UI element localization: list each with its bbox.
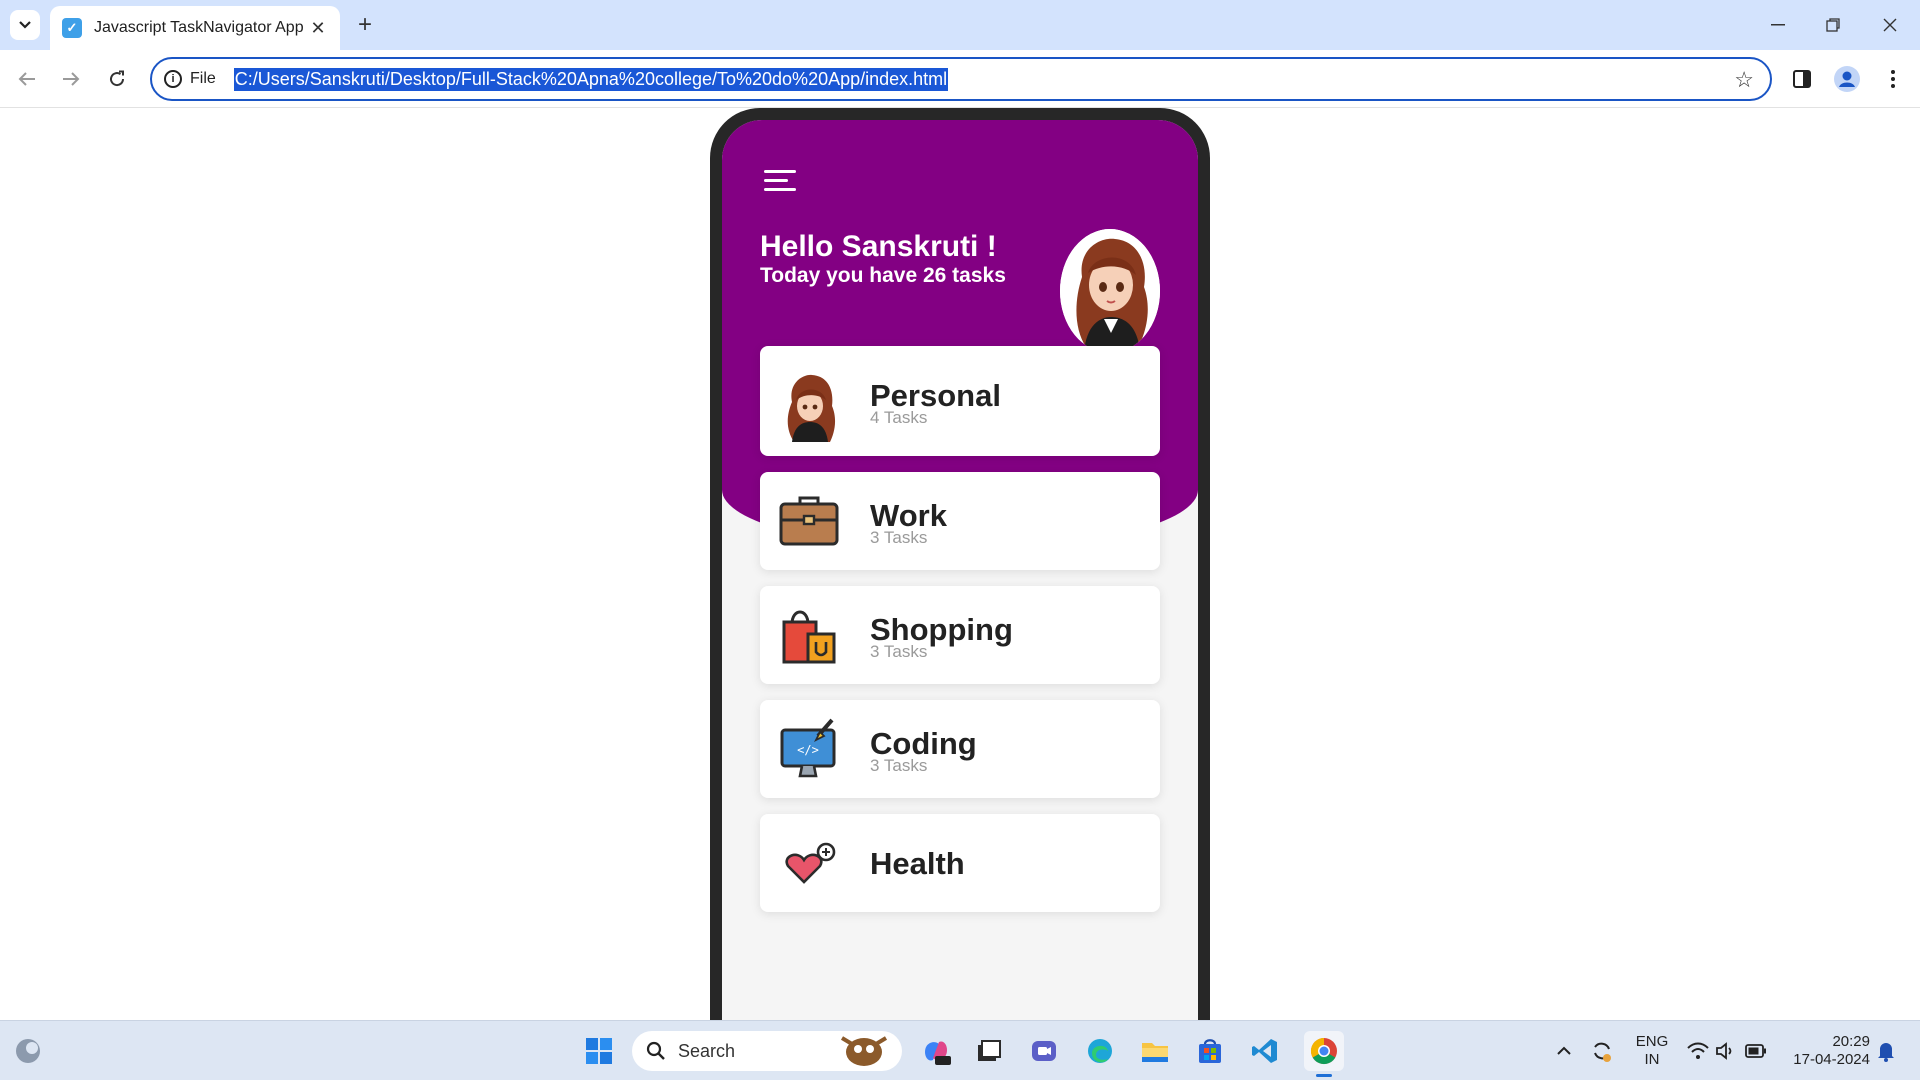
language-indicator[interactable]: ENG IN bbox=[1632, 1033, 1672, 1069]
close-window-button[interactable] bbox=[1872, 12, 1908, 38]
forward-button[interactable] bbox=[56, 64, 86, 94]
phone-frame: Hello Sanskruti ! Today you have 26 task… bbox=[710, 108, 1210, 1080]
store-icon[interactable] bbox=[1194, 1035, 1226, 1067]
svg-text:</>: </> bbox=[797, 743, 819, 757]
category-name: Health bbox=[870, 846, 965, 881]
sync-icon[interactable] bbox=[1586, 1035, 1618, 1067]
category-card-personal[interactable]: Personal 4 Tasks bbox=[760, 346, 1160, 456]
side-panel-icon bbox=[1793, 70, 1811, 88]
back-button[interactable] bbox=[12, 64, 42, 94]
clock-date: 17-04-2024 bbox=[1793, 1051, 1870, 1068]
avatar-icon bbox=[778, 372, 840, 442]
new-tab-button[interactable]: + bbox=[352, 12, 378, 38]
vscode-icon[interactable] bbox=[1249, 1035, 1281, 1067]
edge-icon[interactable] bbox=[1084, 1035, 1116, 1067]
tab-strip: ✓ Javascript TaskNavigator App ✕ + bbox=[0, 0, 1920, 50]
address-bar[interactable]: i File C:/Users/Sanskruti/Desktop/Full-S… bbox=[150, 57, 1772, 101]
notification-bell-icon[interactable] bbox=[1870, 1035, 1902, 1067]
windows-taskbar: Search ENG IN 20:29 17-04-2024 bbox=[0, 1020, 1920, 1080]
briefcase-icon bbox=[778, 490, 840, 552]
active-tab[interactable]: ✓ Javascript TaskNavigator App ✕ bbox=[50, 6, 340, 50]
shopping-bags-icon bbox=[778, 604, 840, 666]
file-explorer-icon[interactable] bbox=[1139, 1035, 1171, 1067]
site-info-icon[interactable]: i bbox=[164, 70, 182, 88]
show-hidden-icons-chevron-icon[interactable] bbox=[1548, 1035, 1580, 1067]
search-icon bbox=[646, 1041, 665, 1060]
category-task-count: 3 Tasks bbox=[870, 756, 928, 775]
greeting-title: Hello Sanskruti ! bbox=[760, 230, 997, 263]
url-text[interactable]: C:/Users/Sanskruti/Desktop/Full-Stack%20… bbox=[233, 67, 949, 91]
language-code: ENG bbox=[1635, 1033, 1669, 1050]
tasks-summary: Today you have 26 tasks bbox=[760, 264, 1006, 287]
close-icon bbox=[1883, 18, 1897, 32]
profile-button[interactable] bbox=[1832, 64, 1862, 94]
teams-meet-icon[interactable] bbox=[1028, 1035, 1060, 1067]
category-card-shopping[interactable]: Shopping 3 Tasks bbox=[760, 586, 1160, 684]
taskbar-search[interactable]: Search bbox=[632, 1031, 902, 1071]
arrow-right-icon bbox=[63, 72, 80, 86]
side-panel-button[interactable] bbox=[1787, 64, 1817, 94]
restore-icon bbox=[1826, 18, 1840, 32]
browser-toolbar: i File C:/Users/Sanskruti/Desktop/Full-S… bbox=[0, 50, 1920, 108]
copilot-icon[interactable] bbox=[920, 1035, 952, 1067]
hamburger-menu-icon[interactable] bbox=[764, 170, 798, 194]
chrome-icon[interactable] bbox=[1304, 1031, 1344, 1077]
search-highlight-icon bbox=[840, 1036, 888, 1066]
avatar-girl-icon bbox=[1060, 229, 1160, 353]
user-avatar[interactable] bbox=[1060, 229, 1160, 353]
phone-screen: Hello Sanskruti ! Today you have 26 task… bbox=[722, 120, 1198, 1080]
reload-button[interactable] bbox=[102, 64, 132, 94]
category-card-coding[interactable]: </> Coding 3 Tasks bbox=[760, 700, 1160, 798]
minimize-icon bbox=[1771, 24, 1785, 26]
windows-start-icon[interactable] bbox=[583, 1035, 615, 1067]
health-icon bbox=[778, 842, 840, 904]
task-view-icon[interactable] bbox=[973, 1035, 1005, 1067]
chevron-down-icon bbox=[19, 21, 31, 29]
volume-icon[interactable] bbox=[1710, 1035, 1742, 1067]
search-label: Search bbox=[678, 1040, 736, 1061]
category-task-count: 4 Tasks bbox=[870, 408, 928, 427]
profile-avatar-icon bbox=[1834, 66, 1860, 92]
tab-search-button[interactable] bbox=[10, 10, 40, 40]
reload-icon bbox=[110, 70, 125, 87]
file-chip[interactable]: File bbox=[190, 70, 216, 88]
language-region: IN bbox=[1644, 1051, 1660, 1068]
minimize-button[interactable] bbox=[1760, 12, 1796, 38]
clock-time: 20:29 bbox=[1832, 1033, 1870, 1050]
tab-title: Javascript TaskNavigator App bbox=[94, 19, 304, 36]
clock[interactable]: 20:29 17-04-2024 bbox=[1780, 1033, 1870, 1069]
arrow-left-icon bbox=[18, 72, 35, 86]
restore-button[interactable] bbox=[1815, 12, 1851, 38]
tab-close-icon[interactable]: ✕ bbox=[308, 18, 328, 39]
checkmark-favicon-icon: ✓ bbox=[62, 18, 82, 38]
category-card-work[interactable]: Work 3 Tasks bbox=[760, 472, 1160, 570]
kebab-menu-icon bbox=[1891, 70, 1895, 88]
category-task-count: 3 Tasks bbox=[870, 528, 928, 547]
battery-icon[interactable] bbox=[1740, 1035, 1772, 1067]
widgets-icon[interactable] bbox=[12, 1035, 44, 1067]
category-card-health[interactable]: Health bbox=[760, 814, 1160, 912]
browser-menu-button[interactable] bbox=[1878, 64, 1908, 94]
coding-monitor-icon: </> bbox=[778, 718, 840, 780]
bookmark-star-icon[interactable]: ☆ bbox=[1734, 67, 1754, 93]
category-task-count: 3 Tasks bbox=[870, 642, 928, 661]
